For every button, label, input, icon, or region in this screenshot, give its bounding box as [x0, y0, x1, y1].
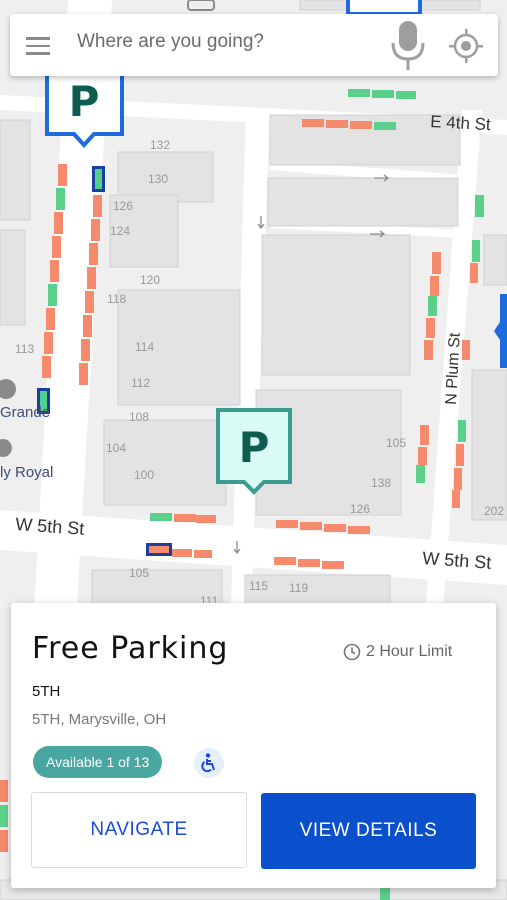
svg-text:118: 118 — [107, 292, 126, 306]
poi-label-grande: Grande — [0, 404, 50, 421]
view-details-button[interactable]: VIEW DETAILS — [261, 793, 476, 869]
parking-marker-label: P — [69, 77, 100, 126]
svg-text:112: 112 — [131, 376, 150, 390]
my-location-icon[interactable] — [449, 29, 483, 63]
parking-marker-blue[interactable]: P — [45, 66, 124, 148]
svg-text:108: 108 — [129, 410, 149, 424]
svg-text:105: 105 — [386, 436, 406, 450]
svg-text:115: 115 — [249, 579, 268, 593]
svg-text:132: 132 — [150, 138, 170, 152]
accessible-icon — [194, 748, 224, 778]
svg-text:126: 126 — [113, 199, 133, 213]
svg-text:126: 126 — [350, 502, 370, 516]
svg-text:104: 104 — [106, 441, 126, 455]
svg-text:113: 113 — [15, 342, 34, 356]
menu-icon[interactable] — [26, 37, 50, 55]
svg-text:202: 202 — [484, 504, 504, 518]
parking-marker-selected[interactable]: P — [216, 408, 292, 495]
svg-text:100: 100 — [134, 468, 154, 482]
poi-label-royal: ly Royal — [0, 464, 53, 481]
svg-text:124: 124 — [110, 224, 130, 238]
navigate-button[interactable]: NAVIGATE — [31, 792, 247, 868]
time-limit-label: 2 Hour Limit — [366, 643, 453, 660]
street-name: 5TH — [32, 683, 61, 700]
selected-marker-label: P — [239, 423, 270, 472]
availability-badge: Available 1 of 13 — [33, 746, 163, 778]
search-input[interactable] — [77, 31, 367, 53]
svg-text:120: 120 — [140, 273, 160, 287]
address: 5TH, Marysville, OH — [32, 711, 167, 728]
street-label-e4th: E 4th St — [430, 112, 492, 134]
parking-title: Free Parking — [32, 631, 229, 666]
svg-text:119: 119 — [289, 581, 308, 595]
microphone-icon[interactable] — [388, 21, 428, 71]
clock-icon — [343, 643, 361, 661]
time-limit: 2 Hour Limit — [343, 643, 452, 661]
svg-text:114: 114 — [135, 340, 154, 354]
svg-text:130: 130 — [148, 172, 168, 186]
parking-info-card: Free Parking 2 Hour Limit 5TH 5TH, Marys… — [11, 603, 496, 888]
svg-text:105: 105 — [129, 566, 149, 580]
svg-text:138: 138 — [371, 476, 391, 490]
parking-marker-top[interactable] — [346, 0, 422, 16]
